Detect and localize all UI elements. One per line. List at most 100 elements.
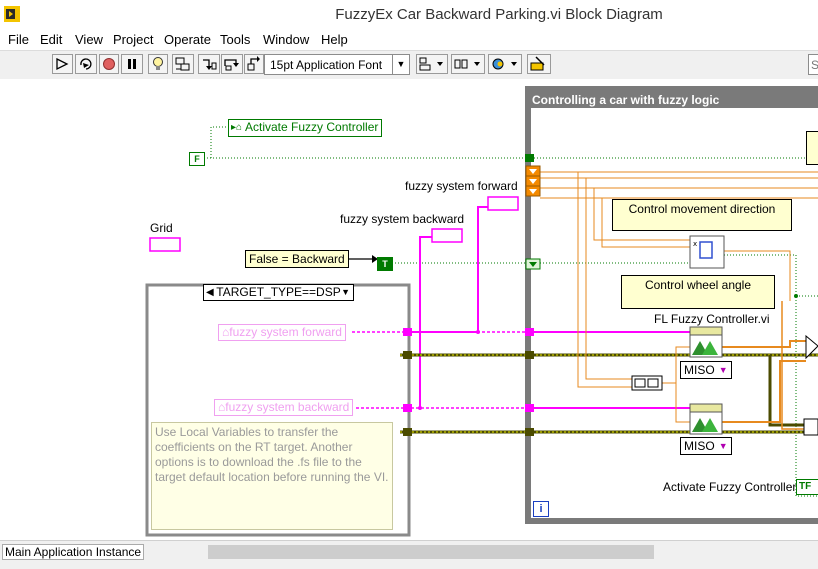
run-arrow-icon (56, 57, 69, 71)
numeric-wire-miso1-out (722, 340, 806, 348)
menu-window[interactable]: Window (263, 32, 309, 47)
menu-tools[interactable]: Tools (220, 32, 250, 47)
align-objects-button[interactable] (416, 54, 448, 74)
menu-edit[interactable]: Edit (40, 32, 62, 47)
wire-junction-forward (476, 330, 480, 334)
pause-button[interactable] (121, 54, 143, 74)
step-out-button[interactable] (244, 54, 264, 74)
window-title: FuzzyEx Car Backward Parking.vi Block Di… (335, 6, 663, 23)
loop-title: Controlling a car with fuzzy logic (532, 93, 720, 107)
output-node-box[interactable] (803, 418, 818, 436)
highlight-execution-button[interactable] (148, 54, 168, 74)
menu-help[interactable]: Help (321, 32, 348, 47)
activate-fuzzy-controller-indicator[interactable]: TF (796, 479, 818, 495)
refnum-tunnel-lower (525, 428, 534, 436)
wheel-angle-comment: Control wheel angle (621, 275, 775, 309)
chevron-down-icon: ▼ (718, 365, 728, 375)
chevron-down-icon[interactable]: ▼ (341, 285, 350, 300)
case-comment: Use Local Variables to transfer the coef… (151, 422, 393, 530)
select-node-glyph: x (693, 240, 697, 248)
cluster-wire-fs-forward-up (477, 206, 488, 332)
fs-forward-label: fuzzy system forward (405, 179, 518, 193)
run-continuously-button[interactable] (75, 54, 97, 74)
menu-operate[interactable]: Operate (164, 32, 211, 47)
cluster-tunnel-backward (525, 404, 534, 412)
case-refnum-tunnel-upper (403, 351, 412, 359)
local-variable-fs-forward-label: fuzzy system forward (229, 325, 342, 339)
cleanup-diagram-button[interactable] (527, 54, 551, 74)
menu-project[interactable]: Project (113, 32, 153, 47)
activate-fuzzy-controller-label: Activate Fuzzy Controller (245, 120, 379, 134)
fs-forward-cluster-terminal[interactable] (487, 196, 519, 211)
reorder-button[interactable] (488, 54, 522, 74)
run-continuously-icon (80, 58, 92, 70)
align-objects-icon (419, 57, 443, 71)
grid-cluster-terminal[interactable] (149, 237, 181, 252)
toolbar: 15pt Application Font ▼ Se (0, 50, 818, 80)
false-boolean-constant[interactable]: F (189, 152, 205, 166)
fl-controller-node-1-header (689, 326, 723, 336)
miso-selector-2[interactable]: MISO ▼ (680, 437, 732, 455)
iteration-terminal: i (533, 501, 549, 517)
case-prev-icon[interactable]: ◀ (206, 285, 214, 300)
search-input[interactable]: Se (808, 54, 818, 75)
menu-bar: File Edit View Project Operate Tools Win… (0, 30, 818, 50)
activate-fuzzy-controller-control[interactable]: ▸⌂ Activate Fuzzy Controller (228, 119, 383, 137)
false-backward-comment: False = Backward (245, 250, 349, 268)
horizontal-scrollbar[interactable] (150, 544, 818, 560)
numeric-wire-miso2-out (722, 360, 806, 423)
block-diagram-canvas[interactable]: x ▸⌂ Activate Fuzzy Controller F Grid fu… (0, 79, 818, 540)
local-variable-fs-forward[interactable]: ⌂fuzzy system forward (218, 324, 346, 341)
status-bar: Main Application Instance (0, 540, 818, 569)
cluster-tunnel-forward (525, 328, 534, 336)
step-out-icon (247, 56, 260, 71)
application-instance[interactable]: Main Application Instance (2, 544, 144, 560)
case-selector[interactable]: ◀ TARGET_TYPE==DSP ▼ (203, 284, 354, 301)
movement-direction-comment: Control movement direction (612, 199, 792, 231)
fs-backward-cluster-terminal[interactable] (431, 228, 463, 243)
retain-wire-values-icon (175, 57, 190, 71)
refnum-wire-branch (768, 355, 805, 427)
title-bar: FuzzyEx Car Backward Parking.vi Block Di… (0, 0, 818, 30)
fs-backward-label: fuzzy system backward (340, 212, 465, 226)
fl-controller-node-2-header (689, 403, 723, 413)
fl-controller-label: FL Fuzzy Controller.vi (654, 312, 770, 326)
boolean-tunnel-top (525, 154, 534, 162)
step-over-icon (224, 59, 239, 71)
step-over-button[interactable] (221, 54, 243, 74)
step-into-button[interactable] (198, 54, 220, 74)
miso-selector-1-label: MISO (684, 363, 715, 377)
miso-selector-1[interactable]: MISO ▼ (680, 361, 732, 379)
abort-stop-icon (103, 58, 115, 70)
horizontal-scrollbar-thumb[interactable] (208, 545, 654, 559)
local-variable-fs-backward[interactable]: ⌂fuzzy system backward (214, 399, 354, 416)
cleanup-diagram-icon (530, 56, 545, 71)
run-button[interactable] (52, 54, 73, 74)
miso-selector-2-label: MISO (684, 439, 715, 453)
activate-indicator-label: Activate Fuzzy Controller (663, 480, 797, 494)
numeric-wire-feedback (781, 301, 805, 430)
lightbulb-icon (153, 57, 163, 70)
chevron-down-icon: ▼ (718, 441, 728, 451)
abort-button[interactable] (99, 54, 119, 74)
local-variable-arrow-icon: ▸⌂ (231, 122, 243, 133)
menu-view[interactable]: View (75, 32, 103, 47)
grid-label: Grid (150, 221, 173, 235)
wire-junction-backward (418, 406, 422, 410)
case-selector-label: TARGET_TYPE==DSP (216, 285, 341, 299)
distribute-objects-button[interactable] (451, 54, 485, 74)
step-into-icon (203, 59, 217, 70)
case-cluster-tunnel-backward (403, 404, 412, 412)
loop-comment-clipped (806, 131, 818, 165)
distribute-objects-icon (454, 59, 480, 69)
case-refnum-tunnel-lower (403, 428, 412, 436)
refnum-tunnel-upper (525, 351, 534, 359)
numeric-wire-out2 (675, 383, 690, 423)
wiring-layer: x (145, 86, 818, 537)
font-select[interactable]: 15pt Application Font ▼ (264, 54, 410, 75)
boolean-wire-activate-branch (210, 126, 228, 158)
menu-file[interactable]: File (8, 32, 29, 47)
true-boolean-constant[interactable]: T (377, 257, 393, 271)
retain-wire-values-button[interactable] (172, 54, 194, 74)
chevron-down-icon: ▼ (392, 55, 409, 74)
